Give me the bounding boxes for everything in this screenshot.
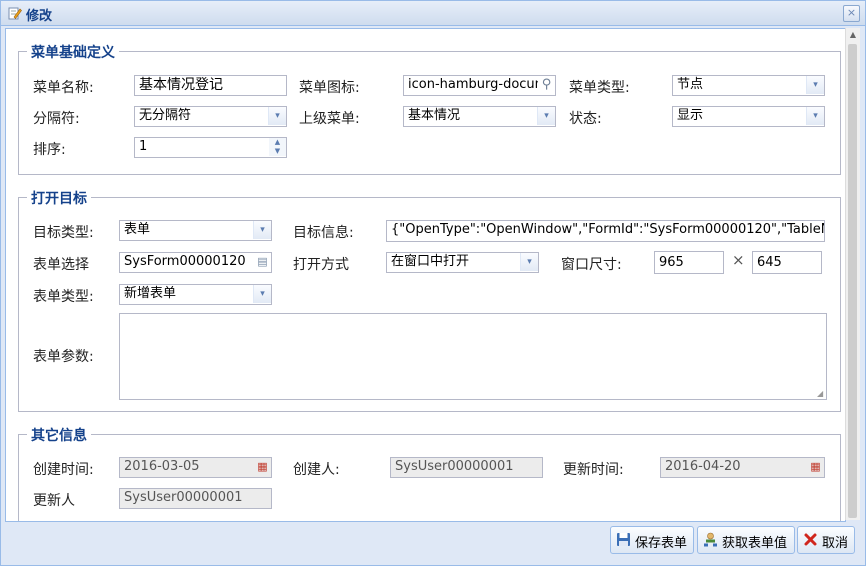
calendar-icon: ▦ bbox=[254, 458, 271, 476]
chevron-down-icon[interactable]: ▾ bbox=[253, 285, 271, 303]
updated-time-label: 更新时间: bbox=[563, 462, 624, 478]
window-height-input[interactable]: 645 bbox=[752, 251, 822, 274]
creator-label: 创建人: bbox=[293, 462, 340, 478]
save-form-button[interactable]: 保存表单 bbox=[610, 526, 694, 554]
close-icon[interactable]: × bbox=[843, 5, 860, 22]
created-time-field: 2016-03-05 ▦ bbox=[119, 457, 272, 478]
fieldset-legend-other: 其它信息 bbox=[27, 425, 91, 445]
form-params-label: 表单参数: bbox=[33, 349, 94, 365]
open-mode-value: 在窗口中打开 bbox=[391, 254, 470, 269]
edit-pencil-icon bbox=[8, 7, 22, 20]
cancel-button[interactable]: 取消 bbox=[797, 526, 855, 554]
sort-value: 1 bbox=[139, 139, 148, 154]
updated-time-value: 2016-04-20 bbox=[665, 459, 741, 474]
dialog-titlebar[interactable]: 修改 × bbox=[1, 1, 865, 26]
chevron-down-icon[interactable]: ▾ bbox=[253, 221, 271, 239]
updated-time-field: 2016-04-20 ▦ bbox=[660, 457, 825, 478]
form-type-select[interactable]: 新增表单 ▾ bbox=[119, 284, 272, 305]
parent-menu-label: 上级菜单: bbox=[299, 111, 360, 127]
edit-dialog: 修改 × 菜单基础定义 菜单名称: 基本情况登记 菜单图标: icon-hamb… bbox=[0, 0, 866, 566]
menu-name-input[interactable]: 基本情况登记 bbox=[134, 75, 287, 96]
form-type-label: 表单类型: bbox=[33, 289, 94, 305]
fetch-form-value-label: 获取表单值 bbox=[722, 536, 788, 551]
fieldset-legend-basic: 菜单基础定义 bbox=[27, 42, 119, 62]
chevron-down-icon[interactable]: ▾ bbox=[537, 107, 555, 125]
creator-field: SysUser00000001 bbox=[390, 457, 543, 478]
separator-value: 无分隔符 bbox=[139, 108, 192, 123]
updater-label: 更新人 bbox=[33, 493, 75, 509]
window-width-input[interactable]: 965 bbox=[654, 251, 724, 274]
chevron-down-icon[interactable]: ▾ bbox=[520, 253, 538, 271]
menu-icon-input[interactable]: icon-hamburg-docume ⚲ bbox=[403, 75, 556, 96]
user-network-icon bbox=[704, 532, 717, 547]
target-info-label: 目标信息: bbox=[293, 225, 354, 241]
target-type-label: 目标类型: bbox=[33, 225, 94, 241]
chevron-down-icon[interactable]: ▾ bbox=[806, 76, 824, 94]
target-info-input[interactable]: {"OpenType":"OpenWindow","FormId":"SysFo… bbox=[386, 220, 825, 242]
form-select-label: 表单选择 bbox=[33, 257, 89, 273]
fetch-form-value-button[interactable]: 获取表单值 bbox=[697, 526, 795, 554]
sort-label: 排序: bbox=[33, 142, 66, 158]
vertical-scrollbar[interactable]: ▲ bbox=[845, 28, 860, 520]
dialog-title: 修改 bbox=[26, 9, 53, 24]
open-mode-label: 打开方式 bbox=[293, 257, 349, 273]
status-select[interactable]: 显示 ▾ bbox=[672, 106, 825, 127]
scrollbar-thumb[interactable] bbox=[848, 44, 857, 518]
menu-type-value: 节点 bbox=[677, 77, 704, 92]
target-type-value: 表单 bbox=[124, 222, 151, 237]
red-x-icon bbox=[804, 533, 817, 546]
form-params-textarea[interactable]: ◢ bbox=[119, 313, 827, 400]
status-value: 显示 bbox=[677, 108, 704, 123]
open-mode-select[interactable]: 在窗口中打开 ▾ bbox=[386, 252, 539, 273]
form-picker-icon[interactable]: ▤ bbox=[254, 253, 271, 271]
form-select-input[interactable]: SysForm00000120 ▤ bbox=[119, 252, 272, 273]
dialog-body: 菜单基础定义 菜单名称: 基本情况登记 菜单图标: icon-hamburg-d… bbox=[5, 28, 846, 522]
calendar-icon: ▦ bbox=[807, 458, 824, 476]
sort-spinner[interactable]: ▲ ▼ bbox=[269, 138, 286, 156]
floppy-icon bbox=[617, 533, 630, 546]
updater-field: SysUser00000001 bbox=[119, 488, 272, 509]
parent-menu-select[interactable]: 基本情况 ▾ bbox=[403, 106, 556, 127]
parent-menu-value: 基本情况 bbox=[408, 108, 461, 123]
dialog-footer: 保存表单 获取表单值 取消 bbox=[1, 522, 865, 565]
chevron-down-icon[interactable]: ▾ bbox=[806, 107, 824, 125]
window-size-label: 窗口尺寸: bbox=[561, 257, 622, 273]
form-type-value: 新增表单 bbox=[124, 286, 177, 301]
menu-type-select[interactable]: 节点 ▾ bbox=[672, 75, 825, 96]
status-label: 状态: bbox=[569, 111, 602, 127]
menu-name-label: 菜单名称: bbox=[33, 80, 94, 96]
created-time-label: 创建时间: bbox=[33, 462, 94, 478]
scroll-up-icon[interactable]: ▲ bbox=[846, 28, 860, 42]
separator-select[interactable]: 无分隔符 ▾ bbox=[134, 106, 287, 127]
menu-icon-label: 菜单图标: bbox=[299, 80, 360, 96]
menu-icon-value: icon-hamburg-docume bbox=[408, 77, 556, 92]
chevron-down-icon[interactable]: ▾ bbox=[268, 107, 286, 125]
separator-label: 分隔符: bbox=[33, 111, 80, 127]
save-form-label: 保存表单 bbox=[635, 536, 688, 551]
spin-up-icon[interactable]: ▲ bbox=[269, 138, 286, 147]
cancel-label: 取消 bbox=[822, 536, 849, 551]
sort-number-input[interactable]: 1 ▲ ▼ bbox=[134, 137, 287, 158]
target-type-select[interactable]: 表单 ▾ bbox=[119, 220, 272, 241]
times-sign: × bbox=[732, 251, 745, 269]
menu-type-label: 菜单类型: bbox=[569, 80, 630, 96]
fieldset-legend-target: 打开目标 bbox=[27, 188, 91, 208]
created-time-value: 2016-03-05 bbox=[124, 459, 200, 474]
resize-handle-icon[interactable]: ◢ bbox=[817, 390, 825, 398]
form-select-value: SysForm00000120 bbox=[124, 254, 246, 269]
search-icon[interactable]: ⚲ bbox=[538, 76, 555, 94]
spin-down-icon[interactable]: ▼ bbox=[269, 147, 286, 156]
